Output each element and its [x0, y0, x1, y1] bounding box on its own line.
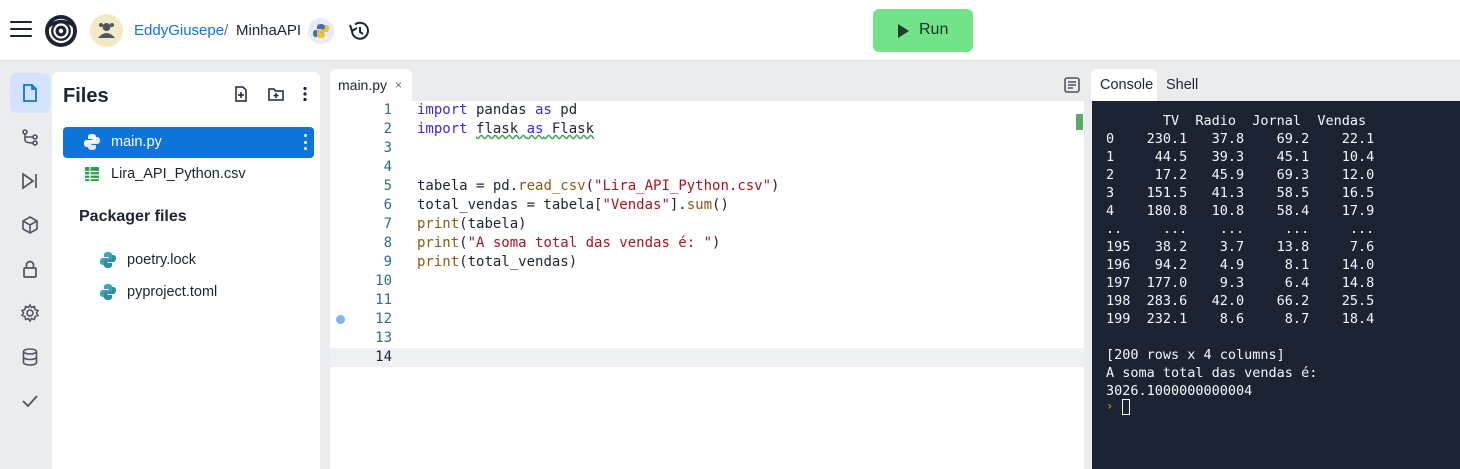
console-line: TV Radio Jornal Vendas: [1106, 113, 1367, 129]
file-menu-icon[interactable]: [304, 134, 308, 150]
python-icon: [100, 252, 116, 268]
git-rail-button[interactable]: [10, 117, 50, 157]
avatar[interactable]: [90, 14, 123, 47]
top-bar: EddyGiusepe / MinhaAPI Run: [0, 0, 1460, 61]
files-title: Files: [63, 85, 109, 107]
console-line: 3 151.5 41.3 58.5 16.5: [1106, 185, 1375, 201]
gear-icon: [20, 303, 40, 323]
menu-icon[interactable]: [10, 21, 32, 39]
replit-logo[interactable]: [44, 14, 78, 48]
code-line: 6 total_vendas = tabela["Vendas"].sum(): [383, 197, 729, 213]
panel-layout-icon[interactable]: [1064, 77, 1080, 93]
play-icon: [898, 24, 909, 38]
console-line: [200 rows x 4 columns]: [1106, 347, 1285, 363]
checks-rail-button[interactable]: [10, 381, 50, 421]
tab-main-py[interactable]: main.py ×: [330, 69, 412, 101]
code-line: 5 tabela = pd.read_csv("Lira_API_Python.c…: [383, 178, 780, 194]
left-rail: [0, 61, 52, 469]
editor-tabs: main.py ×: [330, 69, 1084, 101]
history-icon[interactable]: [347, 20, 371, 42]
lock-icon: [23, 260, 37, 278]
console-line: A soma total das vendas é:: [1106, 365, 1318, 381]
git-branch-icon: [22, 129, 38, 146]
code-line: 4: [383, 159, 392, 175]
console-line: 3026.1000000000004: [1106, 383, 1253, 399]
console-line: 2 17.2 45.9 69.3 12.0: [1106, 167, 1375, 183]
settings-rail-button[interactable]: [10, 293, 50, 333]
scrollbar-marker: [1076, 114, 1083, 130]
spreadsheet-icon: [85, 167, 99, 181]
new-folder-icon[interactable]: [267, 85, 285, 103]
debugger-rail-button[interactable]: [10, 161, 50, 201]
file-name: poetry.lock: [127, 252, 197, 268]
file-item-poetry-lock[interactable]: poetry.lock: [63, 245, 314, 276]
file-name: main.py: [111, 134, 162, 150]
project-name[interactable]: MinhaAPI: [236, 22, 301, 39]
code-line: 1 import pandas as pd: [383, 102, 578, 118]
code-line: 12: [330, 310, 1084, 329]
file-item-pyproject-toml[interactable]: pyproject.toml: [63, 277, 314, 308]
package-icon: [22, 216, 38, 234]
database-rail-button[interactable]: [10, 337, 50, 377]
console-line: 1 44.5 39.3 45.1 10.4: [1106, 149, 1375, 165]
code-line: 9 print(total_vendas): [383, 254, 578, 270]
close-icon[interactable]: ×: [395, 78, 402, 92]
username-link[interactable]: EddyGiusepe: [134, 22, 224, 39]
files-rail-button[interactable]: [10, 73, 50, 113]
database-icon: [22, 348, 38, 366]
code-line: 13: [375, 330, 392, 346]
file-icon: [23, 84, 37, 102]
console-tabs: Console Shell: [1091, 69, 1460, 101]
tab-console[interactable]: Console: [1091, 69, 1157, 101]
file-name: Lira_API_Python.csv: [111, 166, 246, 182]
console-line: 195 38.2 3.7 13.8 7.6: [1106, 239, 1375, 255]
console-line: 0 230.1 37.8 69.2 22.1: [1106, 131, 1375, 147]
files-panel: Files main.py Lira_API_Python.csv Packag…: [52, 72, 320, 469]
file-name: pyproject.toml: [127, 284, 218, 300]
console-line: 196 94.2 4.9 8.1 14.0: [1106, 257, 1375, 273]
python-language-icon[interactable]: [308, 18, 334, 44]
console-line: 198 283.6 42.0 66.2 25.5: [1106, 293, 1375, 309]
code-line-current: 14: [330, 348, 1084, 367]
python-icon: [100, 284, 116, 300]
code-line: 10: [375, 273, 392, 289]
prompt-icon: ›: [1106, 399, 1114, 413]
secrets-rail-button[interactable]: [10, 249, 50, 289]
code-line: 8 print("A soma total das vendas é: "): [383, 235, 721, 251]
run-label: Run: [919, 21, 949, 38]
run-button[interactable]: Run: [873, 9, 973, 52]
console-line: 4 180.8 10.8 58.4 17.9: [1106, 203, 1375, 219]
file-item-csv[interactable]: Lira_API_Python.csv: [63, 159, 314, 190]
console-line: .. ... ... ... ...: [1106, 221, 1375, 237]
debugger-icon: [22, 172, 37, 190]
console-cursor[interactable]: [1122, 399, 1130, 415]
packages-rail-button[interactable]: [10, 205, 50, 245]
code-line: 7 print(tabela): [383, 216, 527, 232]
code-line: 2 import flask as Flask: [383, 121, 595, 137]
file-item-main-py[interactable]: main.py: [63, 127, 314, 158]
python-icon: [84, 134, 100, 150]
packager-files-title: Packager files: [79, 208, 187, 225]
console-output[interactable]: TV Radio Jornal Vendas 0 230.1 37.8 69.2…: [1092, 101, 1460, 469]
code-line: 3: [383, 140, 392, 156]
new-file-icon[interactable]: [232, 85, 250, 103]
more-options-icon[interactable]: [296, 85, 314, 103]
code-line: 11: [375, 292, 392, 308]
console-line: 199 232.1 8.6 8.7 18.4: [1106, 311, 1375, 327]
tab-label: main.py: [338, 77, 388, 93]
breadcrumb-separator: /: [224, 22, 229, 39]
console-line: 197 177.0 9.3 6.4 14.8: [1106, 275, 1375, 291]
tab-shell[interactable]: Shell: [1157, 69, 1217, 101]
check-icon: [22, 395, 38, 408]
code-editor[interactable]: 1 import pandas as pd 2 import flask as Fl…: [330, 101, 1084, 469]
